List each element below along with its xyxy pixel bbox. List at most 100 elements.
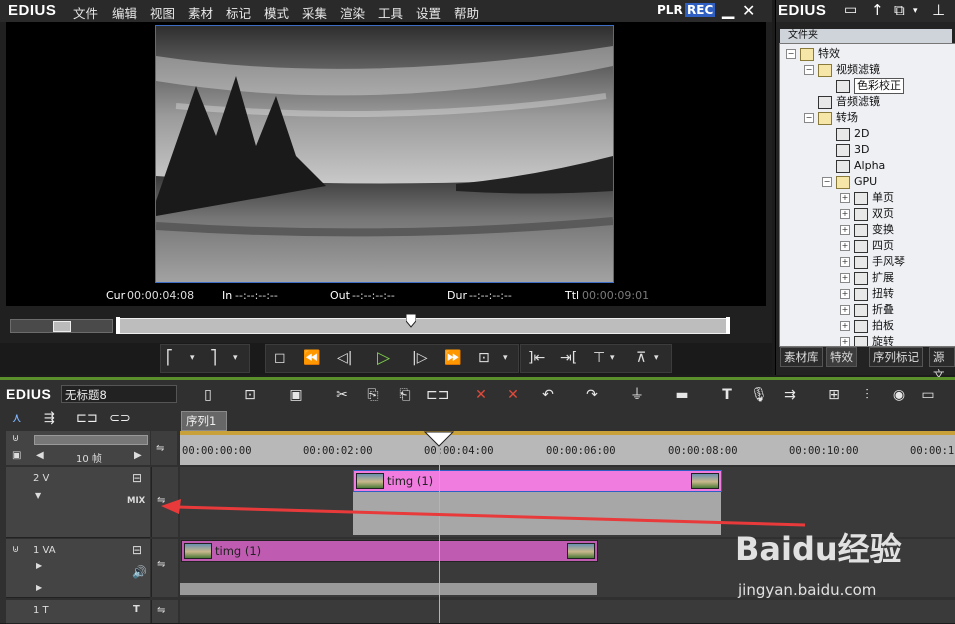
collapse-icon[interactable]: − <box>804 65 814 75</box>
tab-clip-bin[interactable]: 素材库 <box>780 347 823 367</box>
track-1t[interactable] <box>180 600 955 623</box>
menu-file[interactable]: 文件 <box>73 3 98 22</box>
sync-arrows-icon[interactable]: ⇋ <box>156 443 164 454</box>
ripple-delete-icon[interactable]: ✕ <box>503 385 523 405</box>
track-patch-icon[interactable]: ⊍ <box>12 544 19 555</box>
expand-icon[interactable]: + <box>840 257 850 267</box>
plr-mode-button[interactable]: PLR <box>657 3 683 17</box>
video-toggle-icon[interactable]: ⊟ <box>132 543 142 557</box>
voice-over-icon[interactable]: 🎙 <box>749 385 769 405</box>
frame-step-left-icon[interactable]: ◀ <box>36 450 44 461</box>
tree-item[interactable]: + 单页 <box>780 190 955 206</box>
set-in-dropdown-icon[interactable]: ▾ <box>190 348 195 368</box>
ruler-lock-icon[interactable]: ▣ <box>12 450 21 461</box>
scrub-playhead[interactable] <box>405 313 417 328</box>
tree-item[interactable]: − GPU <box>780 174 955 190</box>
tree-item[interactable]: − 特效 <box>780 46 955 62</box>
set-in-icon[interactable]: ⎡ <box>166 348 173 368</box>
menu-mode[interactable]: 模式 <box>264 3 289 22</box>
expand-icon[interactable]: + <box>840 273 850 283</box>
tree-item[interactable]: − 转场 <box>780 110 955 126</box>
rec-mode-button[interactable]: REC <box>685 3 716 17</box>
menu-settings[interactable]: 设置 <box>416 3 441 22</box>
replace-icon[interactable]: ⊏⊐ <box>426 385 449 405</box>
ruler-playhead[interactable] <box>423 431 455 447</box>
multicam-icon[interactable]: ⊞ <box>824 385 844 405</box>
track-header-1t[interactable]: 1 T T <box>6 600 150 624</box>
tree-item[interactable]: 3D <box>780 142 955 158</box>
menu-help[interactable]: 帮助 <box>454 3 479 22</box>
paste-icon[interactable]: ⎗ <box>395 385 415 405</box>
clip-2v[interactable]: timg (1) <box>353 470 722 492</box>
tree-item[interactable]: + 拍板 <box>780 318 955 334</box>
menu-render[interactable]: 渲染 <box>340 3 365 22</box>
tree-item[interactable]: + 手风琴 <box>780 254 955 270</box>
tree-view-dropdown-icon[interactable]: ▾ <box>913 6 918 16</box>
video-toggle-icon[interactable]: ⊟ <box>132 471 142 485</box>
expand-icon[interactable]: + <box>840 241 850 251</box>
expand-audio-icon[interactable]: ▶ <box>36 583 42 592</box>
tree-item[interactable]: − 视频滤镜 <box>780 62 955 78</box>
tree-item[interactable]: + 变换 <box>780 222 955 238</box>
redo-icon[interactable]: ↷ <box>582 385 602 405</box>
shuttle-handle[interactable] <box>53 321 71 332</box>
minimize-icon[interactable]: ▁ <box>722 0 734 19</box>
menu-capture[interactable]: 采集 <box>302 3 327 22</box>
open-project-icon[interactable]: ⊡ <box>240 385 260 405</box>
copy-icon[interactable]: ⎘ <box>363 385 383 405</box>
new-sequence-icon[interactable]: ▯ <box>198 385 218 405</box>
audio-speaker-icon[interactable]: 🔊 <box>132 565 147 579</box>
collapse-icon[interactable]: − <box>804 113 814 123</box>
menu-clip[interactable]: 素材 <box>188 3 213 22</box>
fast-forward-icon[interactable]: ⏩ <box>444 348 461 368</box>
menu-marker[interactable]: 标记 <box>226 3 251 22</box>
tree-item[interactable]: 2D <box>780 126 955 142</box>
layout-icon[interactable]: ▭ <box>918 385 938 405</box>
tree-item[interactable]: Alpha <box>780 158 955 174</box>
mode-toggle-icon[interactable]: ⋏ <box>12 411 22 426</box>
expand-icon[interactable]: + <box>840 225 850 235</box>
loop-icon[interactable]: ⊡ <box>478 348 490 368</box>
zoom-slider[interactable] <box>34 435 148 445</box>
save-icon[interactable]: ▣ <box>286 385 306 405</box>
tree-item[interactable]: + 旋转 <box>780 334 955 346</box>
stop-icon[interactable]: ◻ <box>274 348 286 368</box>
clip-1va[interactable]: timg (1) <box>181 540 598 562</box>
collapse-icon[interactable]: − <box>822 177 832 187</box>
tab-effects[interactable]: 特效 <box>826 347 857 367</box>
track-header-2v[interactable]: 2 V ⊟ ▼ MIX <box>6 467 150 538</box>
sync-arrows-icon[interactable]: ⇋ <box>157 559 165 570</box>
tree-item[interactable]: 音频滤镜 <box>780 94 955 110</box>
tree-item[interactable]: 色彩校正 <box>780 78 955 94</box>
ripple-mode-icon[interactable]: ⊂⊃ <box>109 411 131 426</box>
tree-item[interactable]: + 四页 <box>780 238 955 254</box>
frame-step-right-icon[interactable]: ▶ <box>134 450 142 461</box>
menu-view[interactable]: 视图 <box>150 3 175 22</box>
expand-icon[interactable]: + <box>840 337 850 346</box>
export-icon[interactable]: ⇉ <box>780 385 800 405</box>
tree-item[interactable]: + 扩展 <box>780 270 955 286</box>
step-forward-icon[interactable]: |▷ <box>412 348 427 368</box>
loop-dropdown-icon[interactable]: ▾ <box>503 348 508 368</box>
collapse-icon[interactable]: − <box>786 49 796 59</box>
color-icon[interactable]: ◉ <box>889 385 909 405</box>
expand-icon[interactable]: + <box>840 193 850 203</box>
sync-arrows-icon[interactable]: ⇋ <box>157 605 165 616</box>
next-edit-icon[interactable]: ⇥[ <box>560 348 577 368</box>
tab-sequence-markers[interactable]: 序列标记 <box>869 347 923 367</box>
expand-icon[interactable]: + <box>840 305 850 315</box>
set-out-dropdown-icon[interactable]: ▾ <box>233 348 238 368</box>
ruler-toggle-icon[interactable]: ⊍ <box>12 433 19 444</box>
folder-icon[interactable]: ▭ <box>844 2 857 18</box>
insert-icon[interactable]: ⊤ <box>593 348 605 368</box>
shuttle-slider[interactable] <box>10 319 113 333</box>
play-icon[interactable]: ▷ <box>377 348 390 368</box>
undo-icon[interactable]: ↶ <box>538 385 558 405</box>
menu-tools[interactable]: 工具 <box>378 3 403 22</box>
overwrite-dropdown-icon[interactable]: ▾ <box>654 348 659 368</box>
expand-video-icon[interactable]: ▶ <box>36 561 42 570</box>
render-icon[interactable]: ▬ <box>672 385 692 405</box>
tree-view-icon[interactable]: ⧉ <box>894 1 905 19</box>
expand-icon[interactable]: + <box>840 321 850 331</box>
overwrite-icon[interactable]: ⊼ <box>636 348 646 368</box>
